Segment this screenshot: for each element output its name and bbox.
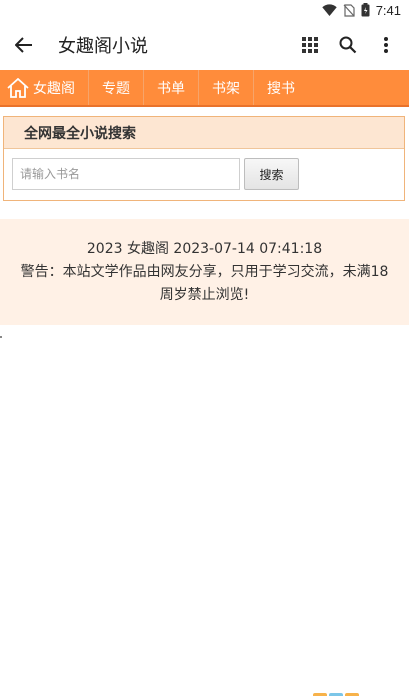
- nav-item-label: 书单: [157, 80, 185, 97]
- search-panel-heading: 全网最全小说搜索: [4, 117, 404, 149]
- grid-menu-button[interactable]: [293, 28, 327, 62]
- wifi-icon: [321, 3, 337, 16]
- nav-item-bookshelf[interactable]: 书架: [198, 70, 253, 105]
- book-name-input[interactable]: [12, 158, 240, 190]
- search-submit-button[interactable]: 搜索: [244, 158, 299, 190]
- battery-icon: [361, 3, 370, 17]
- home-icon: [7, 77, 29, 98]
- page-title: 女趣阁小说: [58, 36, 148, 57]
- notice-timestamp-line: 2023 女趣阁 2023-07-14 07:41:18: [86, 240, 323, 257]
- back-button[interactable]: [2, 23, 46, 67]
- nav-item-label: 书架: [212, 80, 240, 97]
- nav-item-booklists[interactable]: 书单: [143, 70, 198, 105]
- nav-item-search-books[interactable]: 搜书: [253, 70, 308, 105]
- more-options-button[interactable]: [369, 28, 403, 62]
- more-vert-icon: [384, 37, 388, 53]
- search-icon: [339, 36, 357, 54]
- site-notice: 2023 女趣阁 2023-07-14 07:41:18 警告：本站文学作品由网…: [0, 219, 409, 325]
- nav-item-label: 搜书: [267, 80, 295, 97]
- nav-item-home[interactable]: 女趣阁: [0, 70, 88, 105]
- search-button[interactable]: [331, 28, 365, 62]
- notice-warning: 警告：本站文学作品由网友分享，只用于学习交流，未满18周岁禁止浏览!: [20, 263, 389, 303]
- arrow-left-icon: [15, 37, 32, 53]
- stray-dot: [0, 336, 2, 338]
- app-bar: 女趣阁小说: [0, 22, 409, 68]
- clock: 7:41: [375, 2, 401, 18]
- nav-item-label: 专题: [102, 80, 130, 97]
- site-nav: 女趣阁 专题 书单 书架 搜书: [0, 70, 409, 107]
- no-sim-icon: [343, 3, 355, 17]
- nav-item-topics[interactable]: 专题: [88, 70, 143, 105]
- nav-item-label: 女趣阁: [33, 80, 75, 97]
- grid-icon: [302, 37, 318, 53]
- search-panel: 全网最全小说搜索 搜索: [3, 116, 405, 201]
- status-bar: 7:41: [0, 0, 409, 20]
